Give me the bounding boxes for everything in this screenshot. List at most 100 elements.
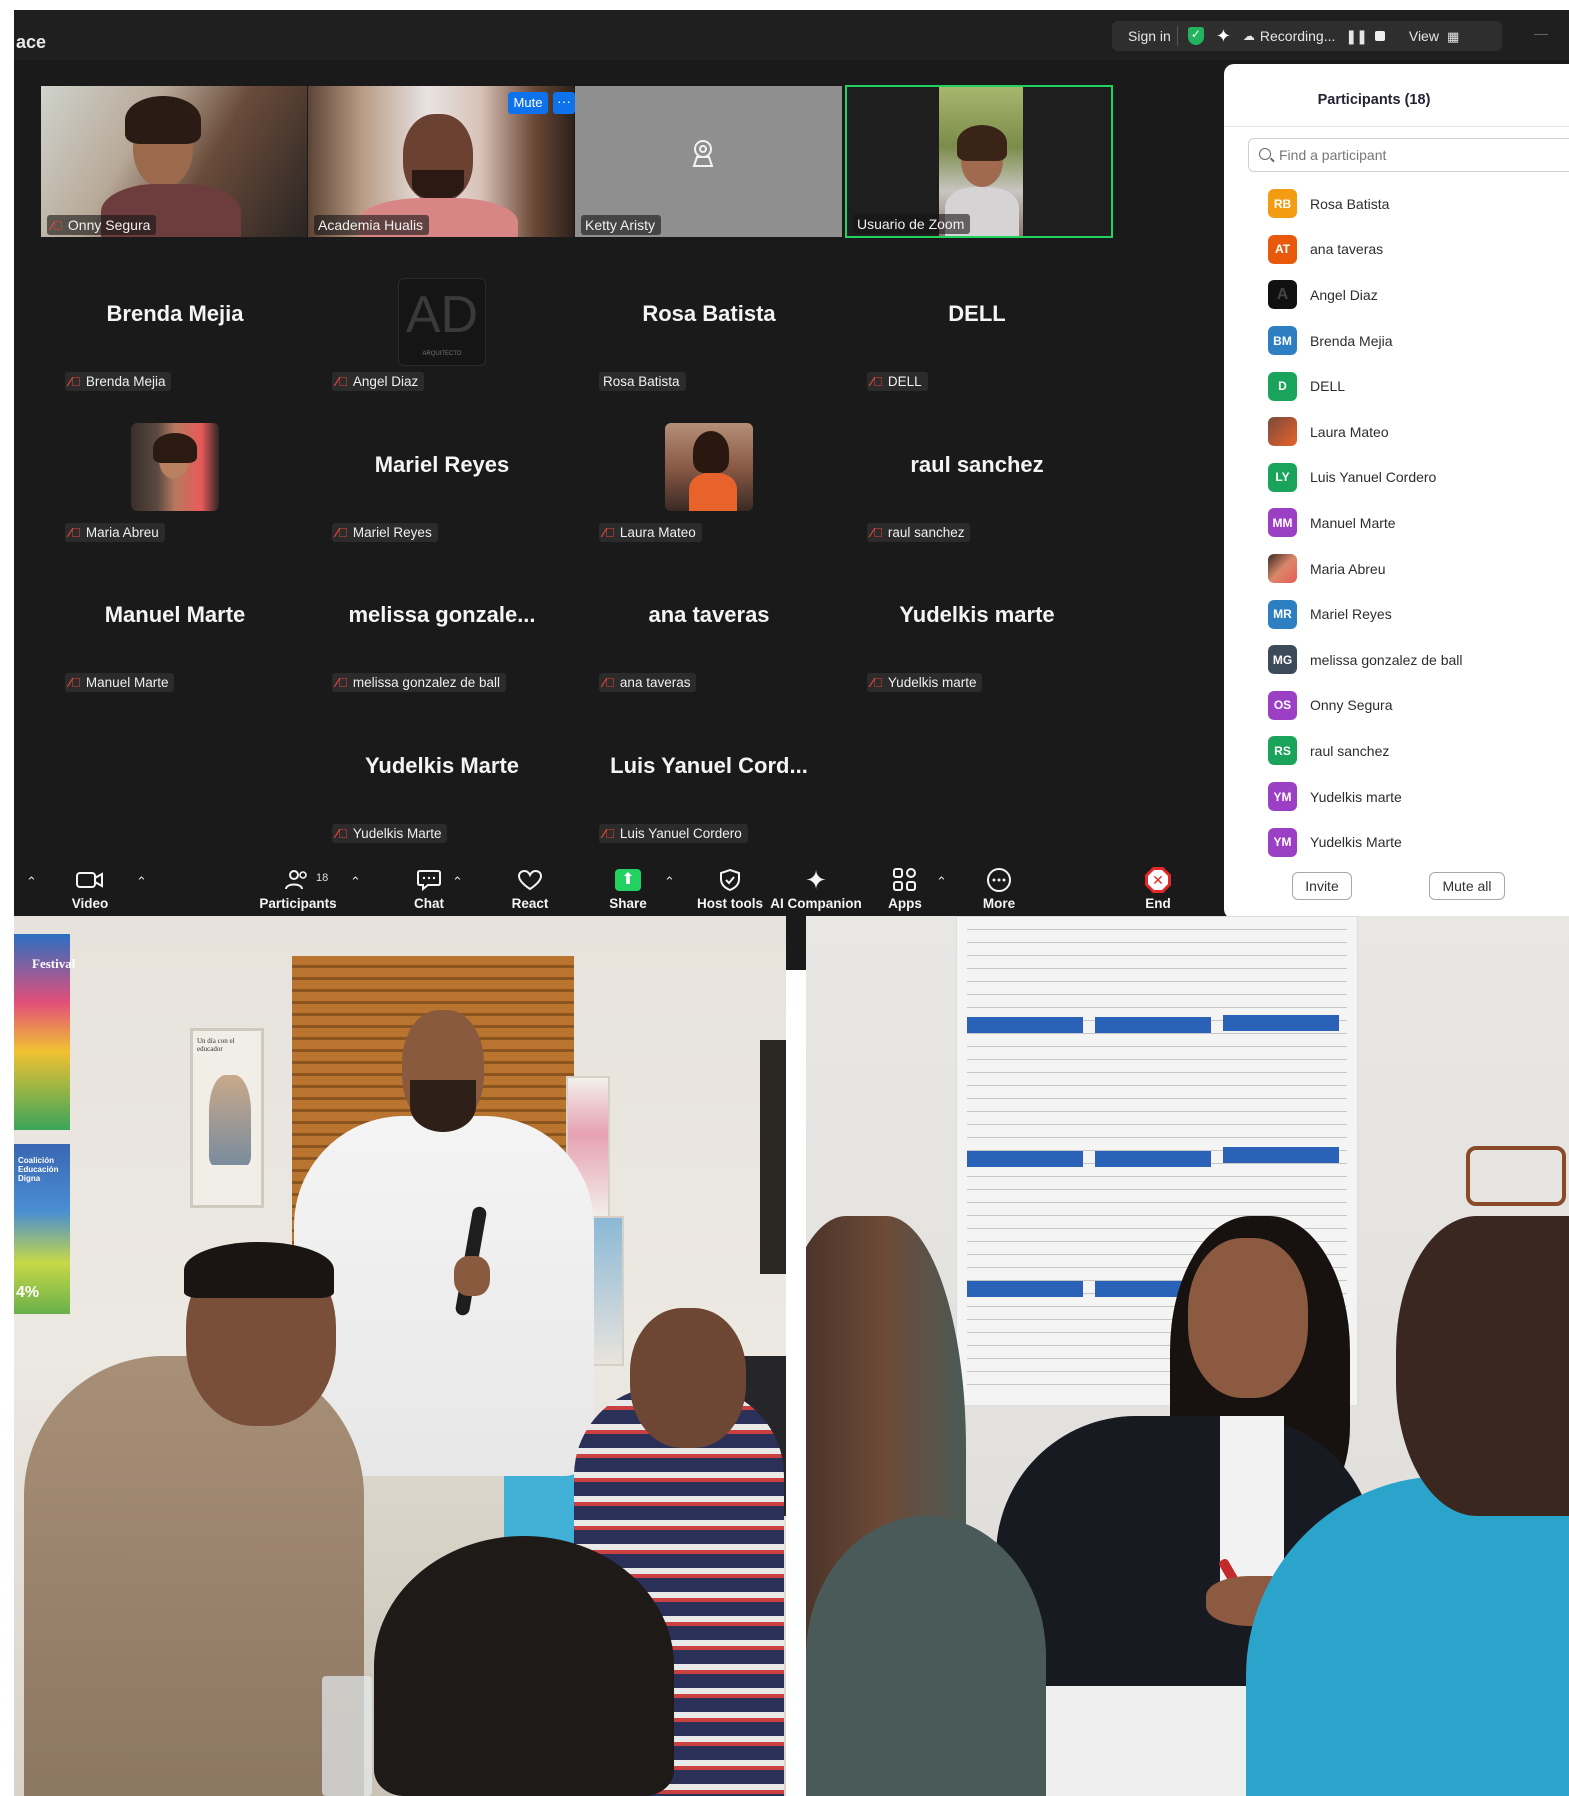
portrait bbox=[209, 1075, 251, 1165]
participant-display-name: ana taveras bbox=[648, 602, 770, 627]
share-button[interactable]: ⬆ Share bbox=[602, 864, 654, 916]
participant-row[interactable]: YM Yudelkis Marte bbox=[1224, 819, 1569, 865]
video-tile-onny-segura[interactable]: ⁄⃫ Onny Segura bbox=[41, 86, 307, 237]
tile-name-label: ⁄⃫ raul sanchez bbox=[867, 523, 971, 542]
gallery-cell[interactable]: raul sanchez ⁄⃫ raul sanchez bbox=[843, 423, 1111, 554]
participant-row[interactable]: RB Rosa Batista bbox=[1224, 181, 1569, 227]
participant-beard bbox=[412, 170, 464, 200]
mic-muted-icon: ⁄⃫ bbox=[69, 525, 81, 540]
participant-avatar: YM bbox=[1268, 827, 1297, 857]
participant-row[interactable]: D DELL bbox=[1224, 363, 1569, 409]
participants-count: 18 bbox=[316, 872, 329, 884]
water-glass bbox=[322, 1676, 372, 1796]
participant-row[interactable]: A Angel Diaz bbox=[1224, 272, 1569, 318]
participant-display-name: raul sanchez bbox=[910, 452, 1044, 477]
gallery-cell[interactable]: Brenda Mejia ⁄⃫ Brenda Mejia bbox=[41, 272, 309, 403]
poster-text: Coalición Educación Digna bbox=[18, 1156, 59, 1183]
apps-options-caret[interactable]: ⌃ bbox=[936, 874, 947, 890]
invite-button[interactable]: Invite bbox=[1292, 872, 1352, 900]
ai-sparkle-icon[interactable]: ✦ bbox=[1216, 26, 1231, 47]
video-options-caret[interactable]: ⌃ bbox=[136, 874, 147, 890]
gallery-cell[interactable]: AD ARQUITECTO ⁄⃫ Angel Diaz bbox=[308, 272, 576, 403]
poster-percent: 4% bbox=[16, 1284, 40, 1301]
react-button[interactable]: React bbox=[504, 864, 556, 916]
participant-row[interactable]: MM Manuel Marte bbox=[1224, 500, 1569, 546]
framed-poster-educator: Un día con el educador bbox=[190, 1028, 264, 1208]
share-options-caret[interactable]: ⌃ bbox=[664, 874, 675, 890]
search-input[interactable] bbox=[1279, 147, 1539, 163]
security-shield-icon[interactable] bbox=[1187, 27, 1204, 45]
participants-options-caret[interactable]: ⌃ bbox=[350, 874, 361, 890]
video-tile-usuario-de-zoom-active-speaker[interactable]: Usuario de Zoom bbox=[845, 85, 1113, 238]
video-button[interactable]: Video bbox=[64, 864, 116, 916]
chat-options-caret[interactable]: ⌃ bbox=[452, 874, 463, 890]
tile-name: Rosa Batista bbox=[603, 374, 680, 389]
tile-name: ana taveras bbox=[619, 675, 691, 690]
tile-name-label: ⁄⃫ Brenda Mejia bbox=[65, 372, 172, 391]
participant-row[interactable]: MR Mariel Reyes bbox=[1224, 591, 1569, 637]
gallery-cell[interactable]: Rosa Batista Rosa Batista bbox=[575, 272, 843, 403]
apps-button[interactable]: Apps bbox=[882, 864, 928, 916]
gallery-cell[interactable]: DELL ⁄⃫ DELL bbox=[843, 272, 1111, 403]
view-button[interactable]: View ▦ bbox=[1409, 28, 1459, 45]
video-tile-ketty-aristy[interactable]: Ketty Aristy bbox=[575, 86, 842, 237]
participant-display-name: Manuel Marte bbox=[104, 602, 246, 627]
tile-name-label: ⁄⃫ Angel Diaz bbox=[332, 372, 425, 391]
gallery-cell[interactable]: Mariel Reyes ⁄⃫ Mariel Reyes bbox=[308, 423, 576, 554]
tile-name: Academia Hualis bbox=[318, 217, 424, 233]
participant-row[interactable]: YM Yudelkis marte bbox=[1224, 774, 1569, 820]
poster-text: Festival bbox=[32, 956, 76, 971]
mic-muted-icon: ⁄⃫ bbox=[603, 826, 615, 841]
end-button[interactable]: ✕ End bbox=[1138, 864, 1178, 916]
gallery-cell[interactable]: ⁄⃫ Maria Abreu bbox=[41, 423, 309, 554]
tile-name: Luis Yanuel Cordero bbox=[619, 826, 742, 841]
pause-recording-icon[interactable]: ❚❚ bbox=[1345, 28, 1367, 45]
participant-row[interactable]: LY Luis Yanuel Cordero bbox=[1224, 455, 1569, 501]
tile-name-label: ⁄⃫ Onny Segura bbox=[47, 215, 157, 235]
mic-muted-icon: ⁄⃫ bbox=[336, 826, 348, 841]
participant-list: RB Rosa Batista AT ana taveras A Angel Diaz… bbox=[1224, 181, 1569, 865]
angel-diaz-logo-avatar: AD ARQUITECTO bbox=[398, 278, 486, 366]
participant-row[interactable]: MG melissa gonzalez de ball bbox=[1224, 637, 1569, 683]
woman-face bbox=[1188, 1238, 1308, 1398]
gallery-cell[interactable]: ⁄⃫ Laura Mateo bbox=[575, 423, 843, 554]
participant-row[interactable]: AT ana taveras bbox=[1224, 227, 1569, 273]
tile-name: Ketty Aristy bbox=[585, 217, 656, 233]
mute-all-button[interactable]: Mute all bbox=[1429, 872, 1505, 900]
gallery-cell[interactable]: Yudelkis Marte ⁄⃫ Yudelkis Marte bbox=[308, 724, 576, 855]
participant-row[interactable]: Laura Mateo bbox=[1224, 409, 1569, 455]
stop-recording-icon[interactable] bbox=[1374, 31, 1385, 41]
participant-row[interactable]: Maria Abreu bbox=[1224, 546, 1569, 592]
laura-mateo-photo-avatar bbox=[665, 423, 753, 511]
tile-more-button[interactable]: ··· bbox=[553, 92, 575, 114]
minimize-icon[interactable] bbox=[1534, 34, 1548, 35]
chat-button[interactable]: Chat bbox=[406, 864, 452, 916]
more-button[interactable]: More bbox=[974, 864, 1024, 916]
participant-row[interactable]: BM Brenda Mejia bbox=[1224, 318, 1569, 364]
participant-search[interactable] bbox=[1248, 138, 1569, 172]
participant-row[interactable]: OS Onny Segura bbox=[1224, 683, 1569, 729]
participant-row[interactable]: RS raul sanchez bbox=[1224, 728, 1569, 774]
gallery-cell[interactable]: Yudelkis marte ⁄⃫ Yudelkis marte bbox=[843, 573, 1111, 704]
tile-name: Onny Segura bbox=[67, 217, 151, 233]
sign-in-button[interactable]: Sign in bbox=[1128, 28, 1171, 44]
participant-avatar: LY bbox=[1268, 462, 1297, 492]
participant-name: Angel Diaz bbox=[1310, 286, 1378, 303]
audio-options-caret[interactable]: ⌃ bbox=[26, 874, 37, 890]
tile-name-label: ⁄⃫ Yudelkis Marte bbox=[332, 824, 448, 843]
ai-companion-button[interactable]: ✦ AI Companion bbox=[768, 864, 864, 916]
gallery-cell[interactable]: melissa gonzale... ⁄⃫ melissa gonzalez de… bbox=[308, 573, 576, 704]
host-tools-button[interactable]: Host tools bbox=[694, 864, 766, 916]
gallery-cell[interactable]: ana taveras ⁄⃫ ana taveras bbox=[575, 573, 843, 704]
participant-name: Onny Segura bbox=[1310, 697, 1393, 714]
participant-name: Rosa Batista bbox=[1310, 195, 1390, 212]
gallery-cell[interactable]: Manuel Marte ⁄⃫ Manuel Marte bbox=[41, 573, 309, 704]
chat-label: Chat bbox=[414, 896, 444, 911]
participant-avatar: A bbox=[1268, 280, 1297, 310]
wall-poster-festival: Festival bbox=[14, 934, 75, 1130]
tile-name: Yudelkis Marte bbox=[352, 826, 442, 841]
tile-mute-button[interactable]: Mute bbox=[508, 92, 548, 114]
participant-avatar: YM bbox=[1268, 782, 1297, 812]
gallery-cell[interactable]: Luis Yanuel Cord... ⁄⃫ Luis Yanuel Corder… bbox=[575, 724, 843, 855]
participant-avatar: OS bbox=[1268, 690, 1297, 720]
